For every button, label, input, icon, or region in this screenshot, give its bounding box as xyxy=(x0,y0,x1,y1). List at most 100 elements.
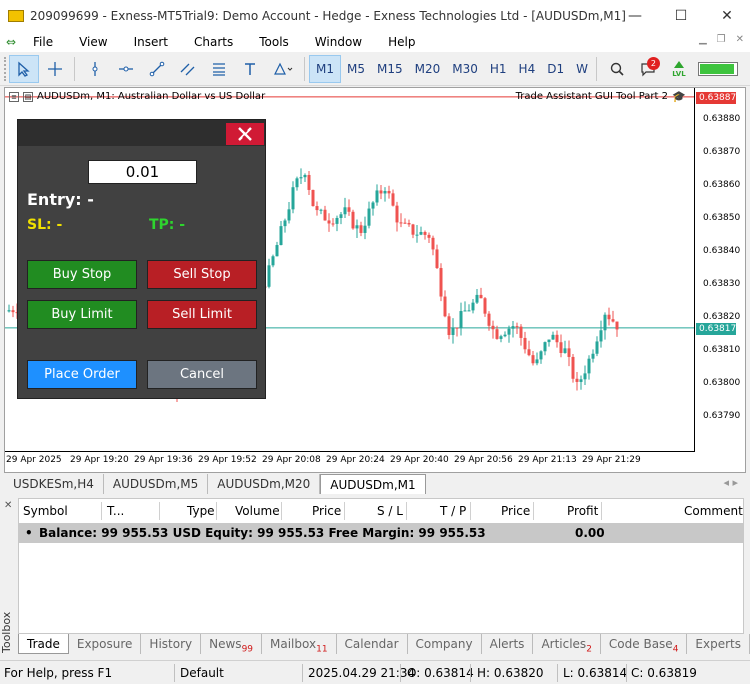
bullish-candle xyxy=(475,294,479,303)
child-minimize-icon[interactable]: ▁ xyxy=(699,34,707,45)
level-label: LVL xyxy=(672,69,686,78)
menu-insert[interactable]: Insert xyxy=(121,35,181,49)
menu-tools[interactable]: Tools xyxy=(246,35,302,49)
channel-button[interactable] xyxy=(173,55,203,83)
close-window-button[interactable]: ✕ xyxy=(704,0,750,32)
toolbox-close-icon[interactable]: ✕ xyxy=(4,500,12,511)
maximize-button[interactable]: ☐ xyxy=(658,0,704,32)
tab-mailbox[interactable]: Mailbox11 xyxy=(262,634,337,654)
chart-tab-audusdm-m20[interactable]: AUDUSDm,M20 xyxy=(208,474,321,494)
tab-calendar[interactable]: Calendar xyxy=(337,634,408,654)
time-tick-label: 29 Apr 19:20 xyxy=(70,455,129,465)
timeframe-h4[interactable]: H4 xyxy=(513,55,542,83)
bullish-candle xyxy=(371,202,375,209)
menu-charts[interactable]: Charts xyxy=(181,35,246,49)
tab-alerts[interactable]: Alerts xyxy=(482,634,534,654)
cursor-tool-button[interactable] xyxy=(9,54,39,83)
trendline-button[interactable] xyxy=(142,55,172,83)
horizontal-line-button[interactable] xyxy=(111,55,141,83)
col-type[interactable]: Type xyxy=(187,499,215,523)
minimize-button[interactable]: — xyxy=(612,0,658,32)
menu-view[interactable]: View xyxy=(66,35,120,49)
col-current-price[interactable]: Price xyxy=(501,499,530,523)
timeframe-d1[interactable]: D1 xyxy=(541,55,570,83)
balance-row[interactable]: • Balance: 99 955.53 USD Equity: 99 955.… xyxy=(19,523,743,543)
toolbox-label[interactable]: Toolbox xyxy=(0,612,13,653)
panel-close-button[interactable] xyxy=(226,123,264,145)
col-take-profit[interactable]: T / P xyxy=(440,499,466,523)
bullish-candle xyxy=(539,351,543,360)
timeframe-m15[interactable]: M15 xyxy=(371,55,409,83)
bearish-candle xyxy=(443,296,447,317)
child-restore-icon[interactable]: ❐ xyxy=(717,34,726,45)
timeframe-w1[interactable]: W xyxy=(570,55,592,83)
bearish-candle xyxy=(11,310,15,313)
timeframe-m1[interactable]: M1 xyxy=(309,54,341,83)
tab-trade[interactable]: Trade xyxy=(18,634,69,654)
menu-file[interactable]: File xyxy=(20,35,66,49)
col-stop-loss[interactable]: S / L xyxy=(377,499,403,523)
timeframe-m5[interactable]: M5 xyxy=(341,55,371,83)
bearish-candle xyxy=(555,334,559,343)
child-close-icon[interactable]: ✕ xyxy=(736,34,744,45)
menu-help[interactable]: Help xyxy=(375,35,428,49)
col-ticket[interactable]: T... xyxy=(107,499,124,523)
metatrader-app-icon xyxy=(8,10,24,22)
chart-window[interactable]: ≡ ▤ AUDUSDm, M1: Australian Dollar vs US… xyxy=(4,87,746,473)
tab-company[interactable]: Company xyxy=(408,634,482,654)
sell-limit-button[interactable]: Sell Limit xyxy=(147,300,257,329)
search-button[interactable] xyxy=(602,55,632,83)
tab-articles[interactable]: Articles2 xyxy=(533,634,601,654)
col-profit[interactable]: Profit xyxy=(567,499,598,523)
col-price[interactable]: Price xyxy=(312,499,341,523)
crosshair-tool-button[interactable] xyxy=(40,55,70,83)
chart-menu-icon[interactable]: ≡ xyxy=(9,91,19,102)
sell-stop-button[interactable]: Sell Stop xyxy=(147,260,257,289)
chart-tab-usdkesm-h4[interactable]: USDKESm,H4 xyxy=(4,474,104,494)
level-button[interactable]: LVL xyxy=(664,55,694,83)
tab-exposure[interactable]: Exposure xyxy=(69,634,142,654)
tab-history[interactable]: History xyxy=(141,634,202,654)
chart-symbol-icon[interactable]: ▤ xyxy=(23,91,33,102)
tab-scroll-arrows[interactable]: ◂ ▸ xyxy=(723,476,738,489)
text-tool-button[interactable] xyxy=(235,55,265,83)
bearish-candle xyxy=(611,319,615,322)
bearish-candle xyxy=(323,209,327,221)
bearish-candle xyxy=(403,222,407,224)
buy-limit-button[interactable]: Buy Limit xyxy=(27,300,137,329)
expert-hat-icon[interactable]: 🎓 xyxy=(672,90,688,103)
menu-window[interactable]: Window xyxy=(302,35,375,49)
timeframe-m30[interactable]: M30 xyxy=(446,55,484,83)
chart-tab-audusdm-m1[interactable]: AUDUSDm,M1 xyxy=(320,474,426,494)
tab-code-base[interactable]: Code Base4 xyxy=(601,634,688,654)
timeframe-m20[interactable]: M20 xyxy=(409,55,447,83)
bullish-candle xyxy=(295,178,299,188)
buy-stop-button[interactable]: Buy Stop xyxy=(27,260,137,289)
top-price-tag: 0.63887 xyxy=(696,92,736,104)
bullish-candle xyxy=(7,310,11,312)
lot-size-input[interactable]: 0.01 xyxy=(88,160,197,184)
bullish-candle xyxy=(279,226,283,246)
shapes-dropdown-button[interactable] xyxy=(266,55,300,83)
col-symbol[interactable]: Symbol xyxy=(23,499,68,523)
close-icon xyxy=(238,127,252,141)
status-profile[interactable]: Default xyxy=(180,666,224,680)
vertical-line-button[interactable] xyxy=(80,55,110,83)
panel-header[interactable] xyxy=(18,120,265,146)
col-volume[interactable]: Volume xyxy=(235,499,280,523)
bearish-candle xyxy=(447,316,451,335)
tab-news[interactable]: News99 xyxy=(201,634,263,654)
bullish-candle xyxy=(375,190,379,203)
horizontal-line-icon xyxy=(119,66,133,71)
tab-experts[interactable]: Experts xyxy=(687,634,750,654)
notifications-button[interactable]: 2 xyxy=(633,55,663,83)
bullish-candle xyxy=(583,373,587,380)
bearish-candle xyxy=(307,174,311,190)
price-axis xyxy=(694,88,695,452)
cancel-button[interactable]: Cancel xyxy=(147,360,257,389)
fibonacci-button[interactable] xyxy=(204,55,234,83)
chart-tab-audusdm-m5[interactable]: AUDUSDm,M5 xyxy=(104,474,209,494)
timeframe-h1[interactable]: H1 xyxy=(484,55,513,83)
place-order-button[interactable]: Place Order xyxy=(27,360,137,389)
col-comment[interactable]: Comment xyxy=(684,499,743,523)
